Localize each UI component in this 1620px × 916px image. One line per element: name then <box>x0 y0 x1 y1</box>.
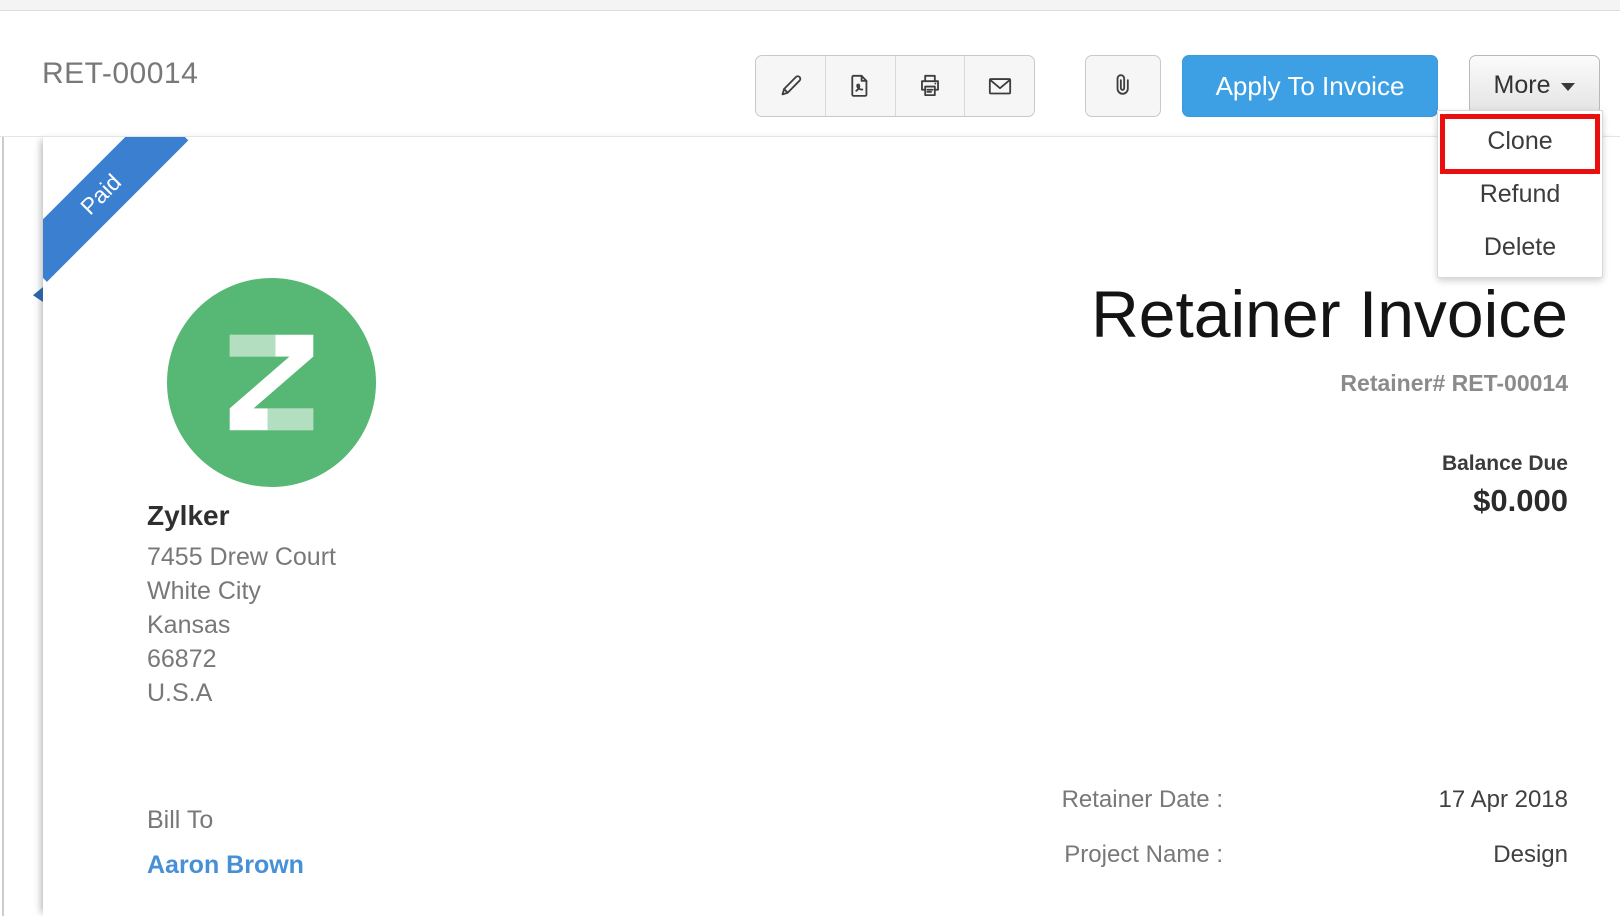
project-name-row: Project Name : Design <box>0 840 1620 870</box>
pdf-icon <box>845 71 875 101</box>
company-logo: Z <box>166 277 377 488</box>
print-button[interactable] <box>896 56 966 116</box>
ribbon-fold <box>33 287 43 302</box>
pencil-icon <box>775 71 805 101</box>
menu-item-clone[interactable]: Clone <box>1438 115 1602 168</box>
address-line: 66872 <box>147 642 336 676</box>
address-line: U.S.A <box>147 676 336 710</box>
status-ribbon: Paid <box>43 137 209 303</box>
retainer-number: Retainer# RET-00014 <box>1340 370 1568 397</box>
printer-icon <box>915 71 945 101</box>
status-ribbon-label: Paid <box>75 169 127 221</box>
envelope-icon <box>985 71 1015 101</box>
email-button[interactable] <box>965 56 1034 116</box>
address-line: 7455 Drew Court <box>147 540 336 574</box>
menu-item-refund[interactable]: Refund <box>1438 168 1602 221</box>
apply-to-invoice-button[interactable]: Apply To Invoice <box>1182 55 1438 117</box>
pdf-button[interactable] <box>826 56 896 116</box>
page-header: RET-00014 <box>0 11 1620 137</box>
left-rail-divider <box>2 11 4 916</box>
project-name-label: Project Name : <box>1064 840 1223 870</box>
menu-item-delete[interactable]: Delete <box>1438 221 1602 274</box>
address-line: Kansas <box>147 608 336 642</box>
project-name-value: Design <box>1493 840 1568 870</box>
retainer-date-label: Retainer Date : <box>1062 785 1223 815</box>
edit-button[interactable] <box>756 56 826 116</box>
retainer-date-row: Retainer Date : 17 Apr 2018 <box>0 785 1620 815</box>
balance-due-label: Balance Due <box>1442 452 1568 476</box>
zylker-logo-icon <box>166 277 377 488</box>
company-address: 7455 Drew Court White City Kansas 66872 … <box>147 540 336 710</box>
company-name: Zylker <box>147 500 230 532</box>
retainer-date-value: 17 Apr 2018 <box>1439 785 1568 815</box>
more-button[interactable]: More <box>1469 55 1600 115</box>
balance-due-value: $0.000 <box>1473 483 1568 519</box>
more-button-label: More <box>1494 71 1551 100</box>
paperclip-icon <box>1108 71 1138 101</box>
more-dropdown-menu: Clone Refund Delete <box>1437 110 1603 278</box>
retainer-invoice-page: RET-00014 <box>0 0 1620 916</box>
status-ribbon-strip: Paid <box>43 137 188 282</box>
toolbar-button-group <box>755 55 1035 117</box>
attachments-button[interactable] <box>1085 55 1161 117</box>
chevron-down-icon <box>1561 83 1575 91</box>
address-line: White City <box>147 574 336 608</box>
page-title: RET-00014 <box>42 57 198 91</box>
top-strip <box>0 0 1620 11</box>
document-title: Retainer Invoice <box>1091 278 1568 350</box>
header-divider <box>0 136 1620 137</box>
